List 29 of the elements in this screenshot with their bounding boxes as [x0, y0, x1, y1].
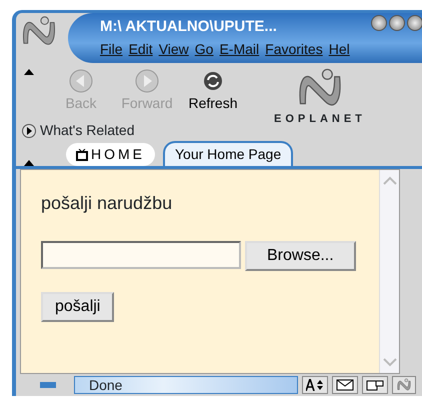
tab[interactable]: HOME — [66, 143, 155, 166]
menu-item[interactable]: Go — [194, 41, 214, 57]
menu-item[interactable]: Hel — [328, 41, 350, 57]
play-icon[interactable] — [22, 124, 36, 138]
logo-icon[interactable] — [396, 378, 412, 392]
status-icon — [40, 382, 56, 388]
toolbar-button[interactable]: Refresh — [182, 69, 244, 114]
related-link[interactable]: What's Related — [40, 120, 134, 141]
menu-item[interactable]: View — [158, 41, 189, 57]
collapse-arrow-icon[interactable] — [24, 160, 34, 166]
refresh-icon — [201, 69, 225, 93]
window-title: M:\ AKTUALNO\UPUTE... — [100, 18, 277, 36]
tab[interactable]: Your Home Page — [163, 141, 294, 166]
file-input-field[interactable] — [41, 241, 241, 269]
menu-item[interactable]: Edit — [128, 41, 153, 57]
submit-button[interactable]: pošalji — [41, 292, 114, 322]
status-text: Done — [74, 376, 298, 394]
browse-button[interactable]: Browse... — [245, 241, 356, 271]
page-heading: pošalji narudžbu — [41, 192, 174, 215]
brand-name: EOPLANET — [274, 112, 366, 127]
font-size-icon[interactable] — [306, 379, 324, 391]
menu-item[interactable]: E-Mail — [219, 41, 260, 57]
window-icon[interactable] — [366, 379, 384, 391]
tv-icon — [76, 149, 88, 162]
menu-item[interactable]: File — [100, 41, 123, 57]
collapse-arrow-icon[interactable] — [24, 69, 34, 75]
scrollbar[interactable] — [379, 170, 399, 373]
menu-item[interactable]: Favorites — [265, 41, 323, 57]
mail-icon[interactable] — [336, 379, 354, 391]
